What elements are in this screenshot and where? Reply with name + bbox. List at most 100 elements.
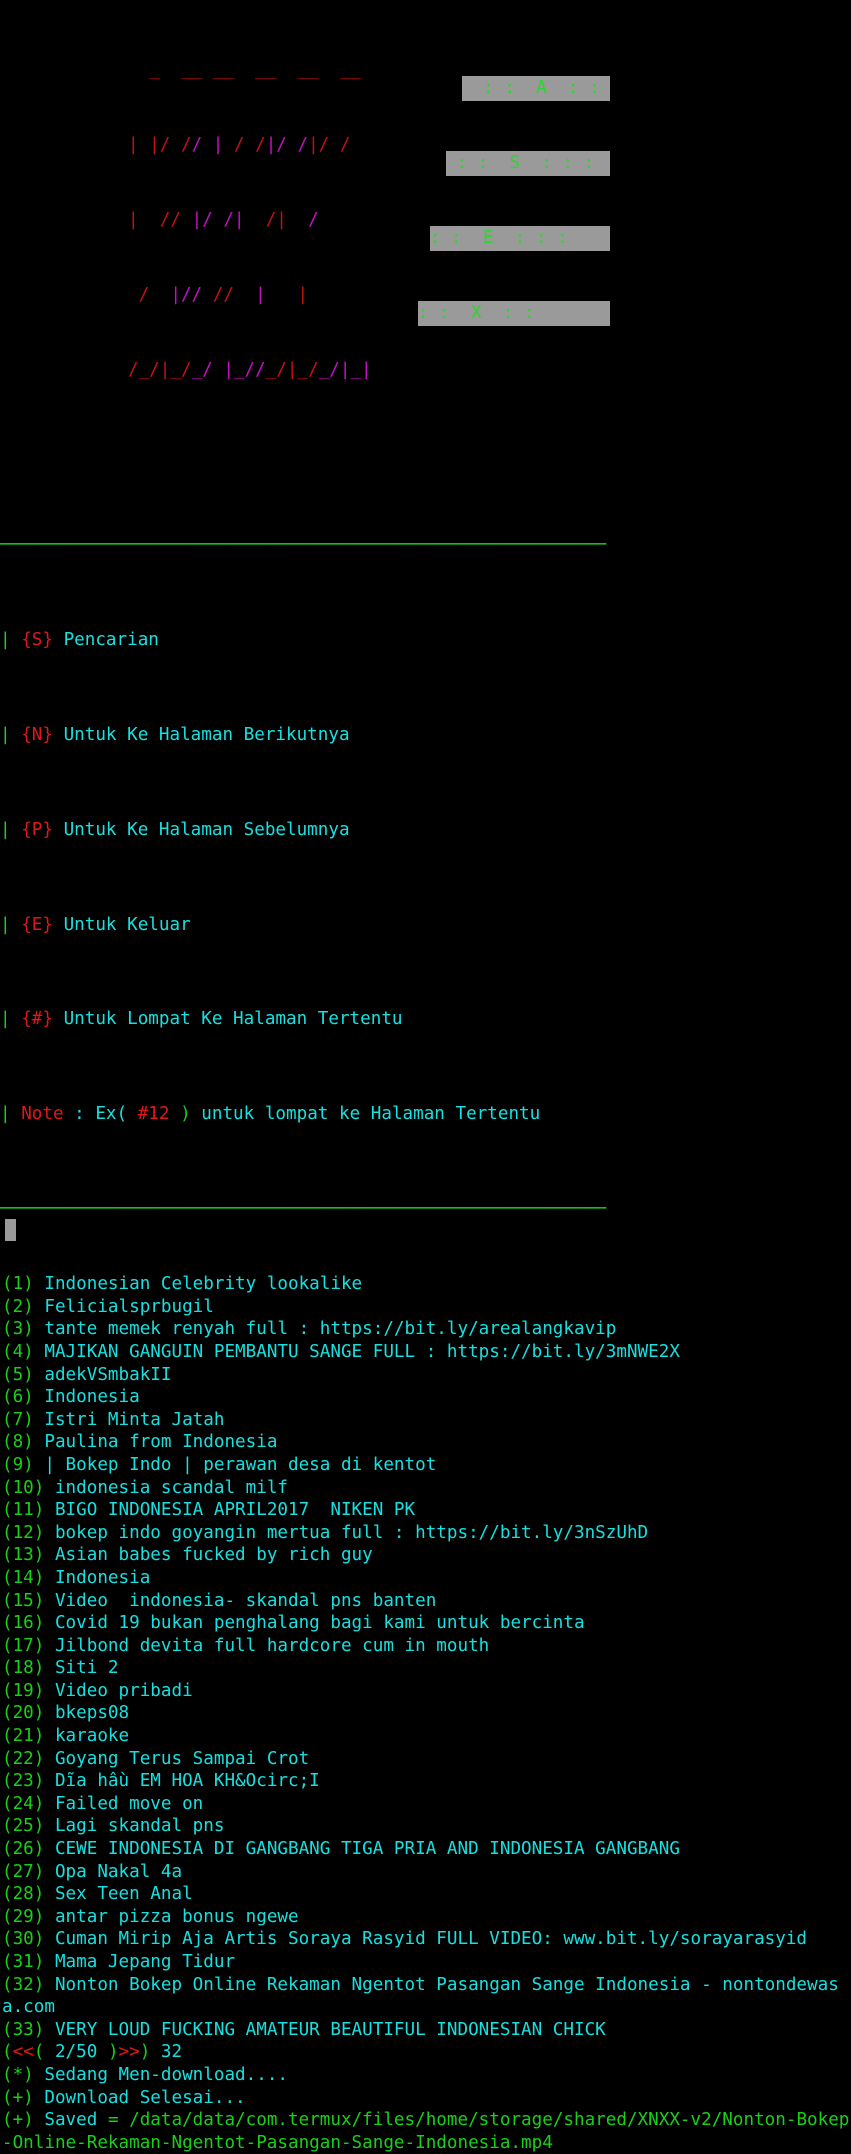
result-title: karaoke xyxy=(54,1726,130,1747)
result-row[interactable]: (6) Indonesia xyxy=(2,1386,851,1409)
result-spacer xyxy=(34,1319,45,1339)
result-spacer xyxy=(34,1365,45,1385)
saved-label: Saved xyxy=(33,2110,108,2131)
menu-item-search[interactable]: | {S} Pencarian xyxy=(0,629,851,653)
result-title: Cuman Mirip Aja Artis Soraya Rasyid FULL… xyxy=(54,1929,808,1950)
result-row[interactable]: (17) Jilbond devita full hardcore cum in… xyxy=(2,1635,851,1658)
result-title: CEWE INDONESIA DI GANGBANG TIGA PRIA AND… xyxy=(54,1839,680,1860)
result-spacer xyxy=(44,1545,55,1565)
result-row[interactable]: (3) tante memek renyah full : https://bi… xyxy=(2,1318,851,1341)
asex-row-e: : : E : : : xyxy=(430,226,611,251)
menu-item-exit[interactable]: | {E} Untuk Keluar xyxy=(0,914,851,938)
result-row[interactable]: (33) VERY LOUD FUCKING AMATEUR BEAUTIFUL… xyxy=(2,2019,851,2042)
note-separator: : xyxy=(63,1104,96,1125)
navigation-menu: ────────────────────────────────────────… xyxy=(0,487,851,1269)
result-title: Nonton Bokep Online Rekaman Ngentot Pasa… xyxy=(2,1974,839,2018)
saved-marker-plus: (+) xyxy=(2,2110,34,2131)
result-row[interactable]: (12) bokep indo goyangin mertua full : h… xyxy=(2,1522,851,1545)
status-download-complete: (+) Download Selesai... xyxy=(2,2087,851,2110)
result-title: indonesia scandal milf xyxy=(54,1477,289,1498)
result-title: adekVSmbakII xyxy=(44,1364,172,1385)
result-spacer xyxy=(44,1839,55,1859)
result-title: Goyang Terus Sampai Crot xyxy=(54,1748,310,1769)
result-index: (19) xyxy=(2,1680,45,1701)
result-row[interactable]: (13) Asian babes fucked by rich guy xyxy=(2,1544,851,1567)
result-row[interactable]: (21) karaoke xyxy=(2,1725,851,1748)
result-row[interactable]: (22) Goyang Terus Sampai Crot xyxy=(2,1748,851,1771)
result-spacer xyxy=(44,1975,55,1995)
result-row[interactable]: (5) adekVSmbakII xyxy=(2,1364,851,1387)
result-index: (6) xyxy=(2,1387,34,1408)
result-spacer xyxy=(34,1410,45,1430)
result-row[interactable]: (18) Siti 2 xyxy=(2,1657,851,1680)
result-row[interactable]: (24) Failed move on xyxy=(2,1793,851,1816)
result-spacer xyxy=(34,1342,45,1362)
result-spacer xyxy=(44,2020,55,2040)
menu-item-prev-page[interactable]: | {P} Untuk Ke Halaman Sebelumnya xyxy=(0,819,851,843)
result-row[interactable]: (10) indonesia scandal milf xyxy=(2,1477,851,1500)
result-spacer xyxy=(44,1523,55,1543)
result-index: (2) xyxy=(2,1296,34,1317)
page-close-paren: ) xyxy=(139,2042,151,2063)
result-row[interactable]: (16) Covid 19 bukan penghalang bagi kami… xyxy=(2,1612,851,1635)
result-row[interactable]: (1) Indonesian Celebrity lookalike xyxy=(2,1273,851,1296)
result-row[interactable]: (19) Video pribadi xyxy=(2,1680,851,1703)
result-row[interactable]: (9) | Bokep Indo | perawan desa di kento… xyxy=(2,1454,851,1477)
saved-equals: = xyxy=(107,2110,130,2131)
result-spacer xyxy=(34,1387,45,1407)
result-title: | Bokep Indo | perawan desa di kentot xyxy=(44,1454,437,1475)
result-row[interactable]: (20) bkeps08 xyxy=(2,1702,851,1725)
menu-bottom-border: ────────────────────────────────────────… xyxy=(0,1199,606,1220)
result-row[interactable]: (29) antar pizza bonus ngewe xyxy=(2,1906,851,1929)
result-row[interactable]: (4) MAJIKAN GANGUIN PEMBANTU SANGE FULL … xyxy=(2,1341,851,1364)
menu-top-border: ────────────────────────────────────────… xyxy=(0,535,606,556)
next-page-arrows[interactable]: >> xyxy=(119,2042,140,2062)
result-row[interactable]: (11) BIGO INDONESIA APRIL2017 NIKEN PK xyxy=(2,1499,851,1522)
result-row[interactable]: (27) Opa Nakal 4a xyxy=(2,1861,851,1884)
result-row[interactable]: (31) Mama Jepang Tidur xyxy=(2,1951,851,1974)
prev-page-arrows[interactable]: << xyxy=(13,2042,34,2062)
result-row[interactable]: (15) Video indonesia- skandal pns banten xyxy=(2,1590,851,1613)
menu-label-exit: Untuk Keluar xyxy=(63,914,191,935)
result-row[interactable]: (28) Sex Teen Anal xyxy=(2,1883,851,1906)
result-title: Indonesia xyxy=(44,1387,140,1408)
asex-logo-block: : : A : : : : S : : : : : E : : : : : X … xyxy=(418,26,611,376)
menu-left-bar: | xyxy=(0,914,22,935)
result-row[interactable]: (25) Lagi skandal pns xyxy=(2,1815,851,1838)
page-open-paren: ( xyxy=(2,2042,13,2063)
result-title: Lagi skandal pns xyxy=(54,1816,225,1837)
result-row[interactable]: (32) Nonton Bokep Online Rekaman Ngentot… xyxy=(2,1974,851,2019)
result-index: (31) xyxy=(2,1952,45,1973)
result-spacer xyxy=(44,1636,55,1656)
result-row[interactable]: (2) Felicialsprbugil xyxy=(2,1296,851,1319)
status-marker-plus: (+) xyxy=(2,2087,34,2108)
status-area: (<<( 2/50 )>>) 32 (*) Sedang Men-downloa… xyxy=(0,2041,851,2154)
result-title: Video indonesia- skandal pns banten xyxy=(54,1590,437,1611)
result-row[interactable]: (30) Cuman Mirip Aja Artis Soraya Rasyid… xyxy=(2,1928,851,1951)
result-index: (3) xyxy=(2,1319,34,1340)
result-index: (10) xyxy=(2,1477,45,1498)
result-index: (14) xyxy=(2,1567,45,1588)
asex-row-a: : : A : : xyxy=(462,76,611,101)
result-spacer xyxy=(44,1478,55,1498)
menu-key-s: {S} xyxy=(21,630,53,651)
result-spacer xyxy=(44,1862,55,1882)
result-row[interactable]: (26) CEWE INDONESIA DI GANGBANG TIGA PRI… xyxy=(2,1838,851,1861)
current-page-label: 2/50 xyxy=(44,2042,108,2063)
result-spacer xyxy=(44,1884,55,1904)
result-title: Sex Teen Anal xyxy=(54,1884,193,1905)
menu-item-next-page[interactable]: | {N} Untuk Ke Halaman Berikutnya xyxy=(0,724,851,748)
result-spacer xyxy=(44,1907,55,1927)
result-index: (8) xyxy=(2,1432,34,1453)
result-row[interactable]: (8) Paulina from Indonesia xyxy=(2,1431,851,1454)
result-spacer xyxy=(44,1703,55,1723)
result-row[interactable]: (23) Dĩa hầu EM HOA KH&Ocirc;I xyxy=(2,1770,851,1793)
result-spacer xyxy=(44,1952,55,1972)
note-example-close: ) xyxy=(169,1104,191,1125)
menu-item-jump-page[interactable]: | {#} Untuk Lompat Ke Halaman Tertentu xyxy=(0,1008,851,1032)
result-spacer xyxy=(44,1568,55,1588)
result-row[interactable]: (14) Indonesia xyxy=(2,1567,851,1590)
result-title: antar pizza bonus ngewe xyxy=(54,1906,299,1927)
note-example-open: Ex( xyxy=(95,1104,138,1125)
result-row[interactable]: (7) Istri Minta Jatah xyxy=(2,1409,851,1432)
